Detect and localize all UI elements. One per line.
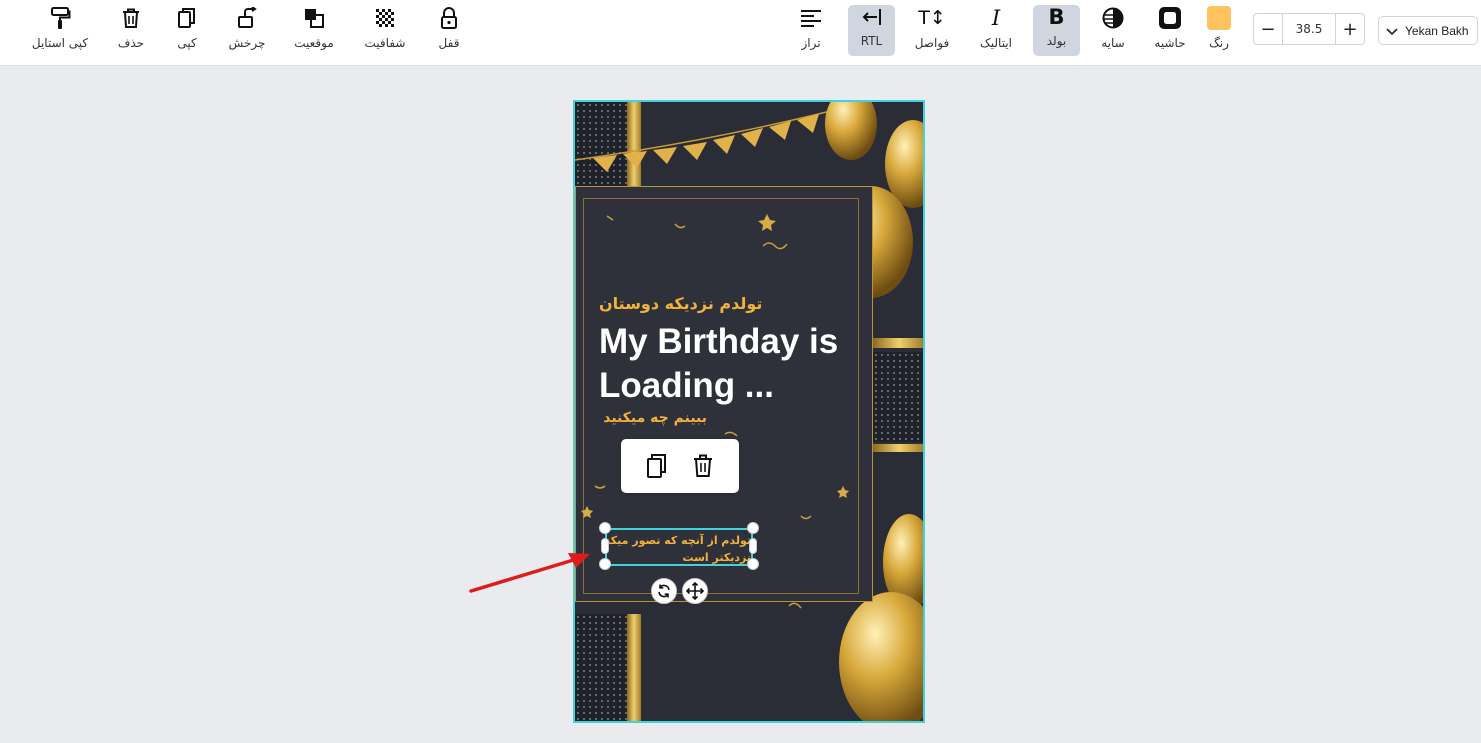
design-title-en[interactable]: My Birthday is Loading ... (599, 320, 869, 408)
shadow-button[interactable]: سایه (1081, 6, 1145, 54)
paint-roller-icon (47, 6, 73, 30)
trash-icon (118, 6, 144, 30)
lock-button[interactable]: قفل (417, 6, 481, 54)
resize-handle-left[interactable] (601, 538, 609, 554)
position-button[interactable]: موقعیت (282, 6, 346, 54)
annotation-arrow (469, 553, 590, 593)
bold-label: بولد (1046, 34, 1067, 48)
border-icon (1157, 6, 1183, 30)
move-icon (686, 582, 704, 600)
align-left-icon (798, 6, 824, 30)
font-size-stepper: − 38.5 + (1253, 13, 1365, 45)
shadow-label: سایه (1101, 36, 1125, 50)
selected-text-line1: تولدم از آنچه که تصور میکنید (607, 534, 751, 547)
line-spacing-icon: T↕ (918, 7, 946, 29)
copy-icon (174, 6, 200, 30)
rotate-icon (658, 584, 670, 598)
rotate-icon (234, 6, 260, 30)
align-label: تراز (801, 36, 821, 50)
font-family-select[interactable]: Yekan Bakh (1378, 16, 1478, 45)
italic-icon: I (991, 6, 1001, 30)
color-label: رنگ (1209, 36, 1229, 50)
rtl-arrow-icon (859, 5, 885, 29)
copy-button[interactable]: کپی (155, 6, 219, 54)
rotate-element-button[interactable] (651, 578, 677, 604)
spacing-button[interactable]: T↕ فواصل (900, 6, 964, 54)
position-label: موقعیت (294, 36, 334, 50)
resize-handle-bottom-right[interactable] (747, 558, 759, 570)
pennant-banner (575, 109, 836, 172)
opacity-label: شفافیت (364, 36, 406, 50)
align-button[interactable]: تراز (779, 6, 843, 54)
copy-label: کپی (177, 36, 197, 50)
resize-handle-right[interactable] (749, 538, 757, 554)
copy-style-label: کپی استایل (31, 36, 89, 50)
resize-handle-top-right[interactable] (747, 522, 759, 534)
italic-label: ایتالیک (980, 36, 1012, 50)
checkerboard-icon (372, 6, 398, 30)
trash-icon (694, 454, 712, 477)
selected-text-element[interactable]: تولدم از آنچه که تصور میکنید نزدیکتر است (605, 528, 753, 566)
opacity-button[interactable]: شفافیت (353, 6, 417, 54)
move-element-button[interactable] (682, 578, 708, 604)
design-title-fa[interactable]: تولدم نزدیکه دوستان (599, 294, 849, 313)
chevron-down-icon (1386, 27, 1398, 35)
element-context-menu (621, 439, 739, 493)
shadow-icon (1100, 6, 1126, 30)
rtl-button[interactable]: RTL (848, 5, 895, 56)
rotate-label: چرخش (228, 36, 266, 50)
delete-label: حذف (117, 36, 145, 50)
delete-button[interactable]: حذف (99, 6, 163, 54)
delete-element-button[interactable] (690, 453, 716, 479)
bold-button[interactable]: B بولد (1033, 5, 1080, 56)
color-swatch (1207, 6, 1231, 30)
layers-icon (301, 6, 327, 30)
rtl-label: RTL (860, 34, 883, 48)
copy-style-button[interactable]: کپی استایل (28, 6, 92, 54)
selected-text-line2: نزدیکتر است (682, 551, 751, 564)
bold-icon: B (1048, 5, 1065, 29)
design-canvas[interactable]: تولدم نزدیکه دوستان My Birthday is Loadi… (573, 100, 925, 723)
stroke-label: حاشیه (1154, 36, 1186, 50)
font-size-increase-button[interactable]: + (1336, 14, 1364, 44)
duplicate-element-button[interactable] (644, 453, 670, 479)
rotate-button[interactable]: چرخش (215, 6, 279, 54)
spacing-label: فواصل (914, 36, 950, 50)
lock-icon (436, 6, 462, 30)
copy-icon (647, 454, 666, 478)
italic-button[interactable]: I ایتالیک (964, 6, 1028, 54)
color-button[interactable]: رنگ (1187, 6, 1251, 54)
top-toolbar: کپی استایل حذف کپی چرخش موقعیت شفافیت قف… (0, 0, 1481, 66)
lock-label: قفل (438, 36, 460, 50)
font-size-input[interactable]: 38.5 (1282, 14, 1336, 44)
font-size-decrease-button[interactable]: − (1254, 14, 1282, 44)
resize-handle-bottom-left[interactable] (599, 558, 611, 570)
resize-handle-top-left[interactable] (599, 522, 611, 534)
font-family-value: Yekan Bakh (1405, 23, 1469, 38)
selected-text-content: تولدم از آنچه که تصور میکنید نزدیکتر است (607, 532, 751, 566)
design-subtitle-fa[interactable]: ببینم چه میکنید (597, 410, 707, 426)
